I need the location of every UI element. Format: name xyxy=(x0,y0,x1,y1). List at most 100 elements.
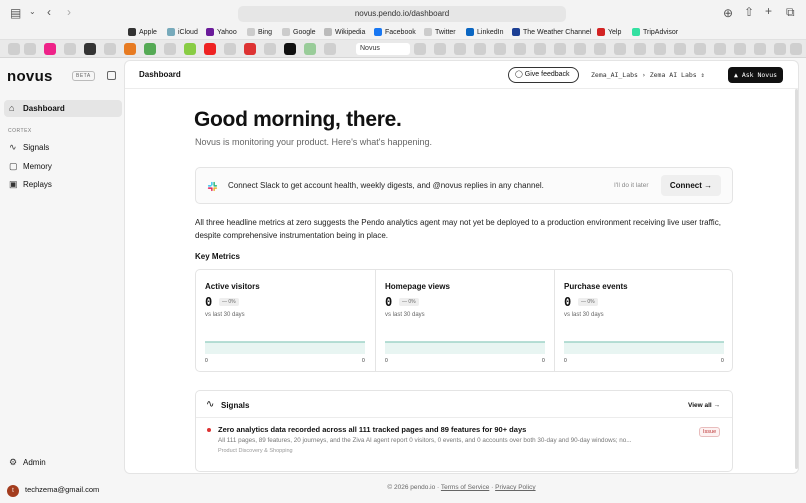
tab[interactable] xyxy=(24,43,36,55)
metric-title: Purchase events xyxy=(564,282,628,291)
tab[interactable] xyxy=(790,43,802,55)
connect-slack-button[interactable]: Connect → xyxy=(661,175,721,196)
tab[interactable] xyxy=(164,43,176,55)
tab[interactable] xyxy=(144,43,156,55)
bookmark[interactable]: Yelp xyxy=(597,26,621,39)
tab[interactable] xyxy=(514,43,526,55)
forward-icon[interactable]: › xyxy=(67,5,71,19)
sidebar-toggle-icon[interactable]: ▤ xyxy=(10,6,21,20)
tab[interactable] xyxy=(104,43,116,55)
bookmark[interactable]: Bing xyxy=(247,26,272,39)
terms-link[interactable]: Terms of Service xyxy=(441,484,489,491)
scrollbar[interactable] xyxy=(795,89,798,469)
metric-comparison: vs last 30 days xyxy=(564,312,604,318)
updown-chevron-icon: ⇕ xyxy=(700,71,705,79)
address-bar[interactable]: novus.pendo.io/dashboard xyxy=(238,6,566,22)
privacy-link[interactable]: Privacy Policy xyxy=(495,484,535,491)
tab[interactable] xyxy=(64,43,76,55)
share-icon[interactable]: ⇧ xyxy=(744,5,754,19)
tab[interactable] xyxy=(44,43,56,55)
bookmark[interactable]: Apple xyxy=(128,26,157,39)
tab[interactable] xyxy=(244,43,256,55)
metric-card-homepage-views[interactable]: Homepage views 0 — 0% vs last 30 days 0 … xyxy=(375,270,554,371)
sidebar-item-label: Admin xyxy=(23,458,46,467)
org-switcher[interactable]: Zema_AI_Labs › Zema AI Labs ⇕ xyxy=(591,71,705,79)
tab[interactable] xyxy=(714,43,726,55)
tab[interactable] xyxy=(264,43,276,55)
bookmark[interactable]: Wikipedia xyxy=(324,26,365,39)
tab[interactable] xyxy=(614,43,626,55)
user-account[interactable]: t techzema@gmail.com xyxy=(7,484,99,497)
tab[interactable] xyxy=(304,43,316,55)
sidebar-item-signals[interactable]: ∿ Signals xyxy=(4,139,122,156)
tab[interactable] xyxy=(634,43,646,55)
view-all-link[interactable]: View all → xyxy=(688,402,720,409)
new-tab-icon[interactable]: + xyxy=(765,4,772,18)
tab[interactable] xyxy=(494,43,506,55)
tab[interactable] xyxy=(414,43,426,55)
main-panel: Dashboard ◯ Give feedback Zema_AI_Labs ›… xyxy=(124,60,799,474)
footer-separator: · xyxy=(491,484,494,491)
replay-icon: ▣ xyxy=(9,179,18,189)
bookmark[interactable]: Google xyxy=(282,26,316,39)
bookmark[interactable]: Yahoo xyxy=(206,26,237,39)
tab[interactable] xyxy=(324,43,336,55)
slack-connect-banner: Connect Slack to get account health, wee… xyxy=(195,167,733,204)
tab[interactable] xyxy=(474,43,486,55)
tab[interactable] xyxy=(454,43,466,55)
signal-title[interactable]: Zero analytics data recorded across all … xyxy=(218,425,526,434)
bookmark[interactable]: LinkedIn xyxy=(466,26,503,39)
sidebar-item-dashboard[interactable]: ⌂ Dashboard xyxy=(4,100,122,117)
section-label-cortex: CORTEX xyxy=(8,128,32,134)
bookmark[interactable]: The Weather Channel xyxy=(512,26,591,39)
tab[interactable] xyxy=(184,43,196,55)
sparkline-start-label: 0 xyxy=(564,358,567,364)
bookmark[interactable]: Twitter xyxy=(424,26,456,39)
bookmark[interactable]: iCloud xyxy=(167,26,198,39)
tab-strip: Novus xyxy=(0,40,806,58)
ask-novus-button[interactable]: ▲ Ask Novus xyxy=(728,67,784,83)
tab-active[interactable]: Novus xyxy=(356,43,410,55)
tab[interactable] xyxy=(654,43,666,55)
tab[interactable] xyxy=(124,43,136,55)
tab[interactable] xyxy=(224,43,236,55)
yahoo-icon xyxy=(206,28,214,37)
tab[interactable] xyxy=(674,43,686,55)
bookmark[interactable]: Facebook xyxy=(374,26,416,39)
sidebar-item-memory[interactable]: ▢ Memory xyxy=(4,158,122,175)
tab[interactable] xyxy=(574,43,586,55)
issue-badge: Issue xyxy=(699,427,721,437)
tab[interactable] xyxy=(84,43,96,55)
back-icon[interactable]: ‹ xyxy=(47,5,51,19)
tab[interactable] xyxy=(694,43,706,55)
sparkline xyxy=(385,341,545,354)
tab[interactable] xyxy=(554,43,566,55)
tab[interactable] xyxy=(754,43,766,55)
tab[interactable] xyxy=(534,43,546,55)
tab[interactable] xyxy=(594,43,606,55)
sidebar-item-admin[interactable]: ⚙ Admin xyxy=(4,454,122,471)
tab[interactable] xyxy=(734,43,746,55)
page-header: Dashboard ◯ Give feedback Zema_AI_Labs ›… xyxy=(125,61,798,89)
tab[interactable] xyxy=(284,43,296,55)
tabs-overview-icon[interactable]: ⧉ xyxy=(786,5,795,20)
tab[interactable] xyxy=(434,43,446,55)
collapse-sidebar-icon[interactable] xyxy=(107,71,116,80)
yelp-icon xyxy=(597,28,605,37)
metric-card-purchase-events[interactable]: Purchase events 0 — 0% vs last 30 days 0… xyxy=(554,270,733,371)
tab[interactable] xyxy=(8,43,20,55)
give-feedback-button[interactable]: ◯ Give feedback xyxy=(508,67,579,83)
metric-card-active-visitors[interactable]: Active visitors 0 — 0% vs last 30 days 0… xyxy=(196,270,375,371)
bookmark[interactable]: TripAdvisor xyxy=(632,26,678,39)
tripadvisor-icon xyxy=(632,28,640,37)
sparkline-start-label: 0 xyxy=(385,358,388,364)
tab[interactable] xyxy=(204,43,216,55)
bing-icon xyxy=(247,28,255,37)
sidebar-item-label: Memory xyxy=(23,162,52,171)
sidebar-item-replays[interactable]: ▣ Replays xyxy=(4,176,122,193)
chevron-down-icon[interactable]: ⌄ xyxy=(29,7,36,16)
metric-title: Homepage views xyxy=(385,282,450,291)
tab[interactable] xyxy=(774,43,786,55)
dismiss-link[interactable]: I'll do it later xyxy=(614,182,648,189)
download-icon[interactable]: ⊕ xyxy=(723,6,733,20)
